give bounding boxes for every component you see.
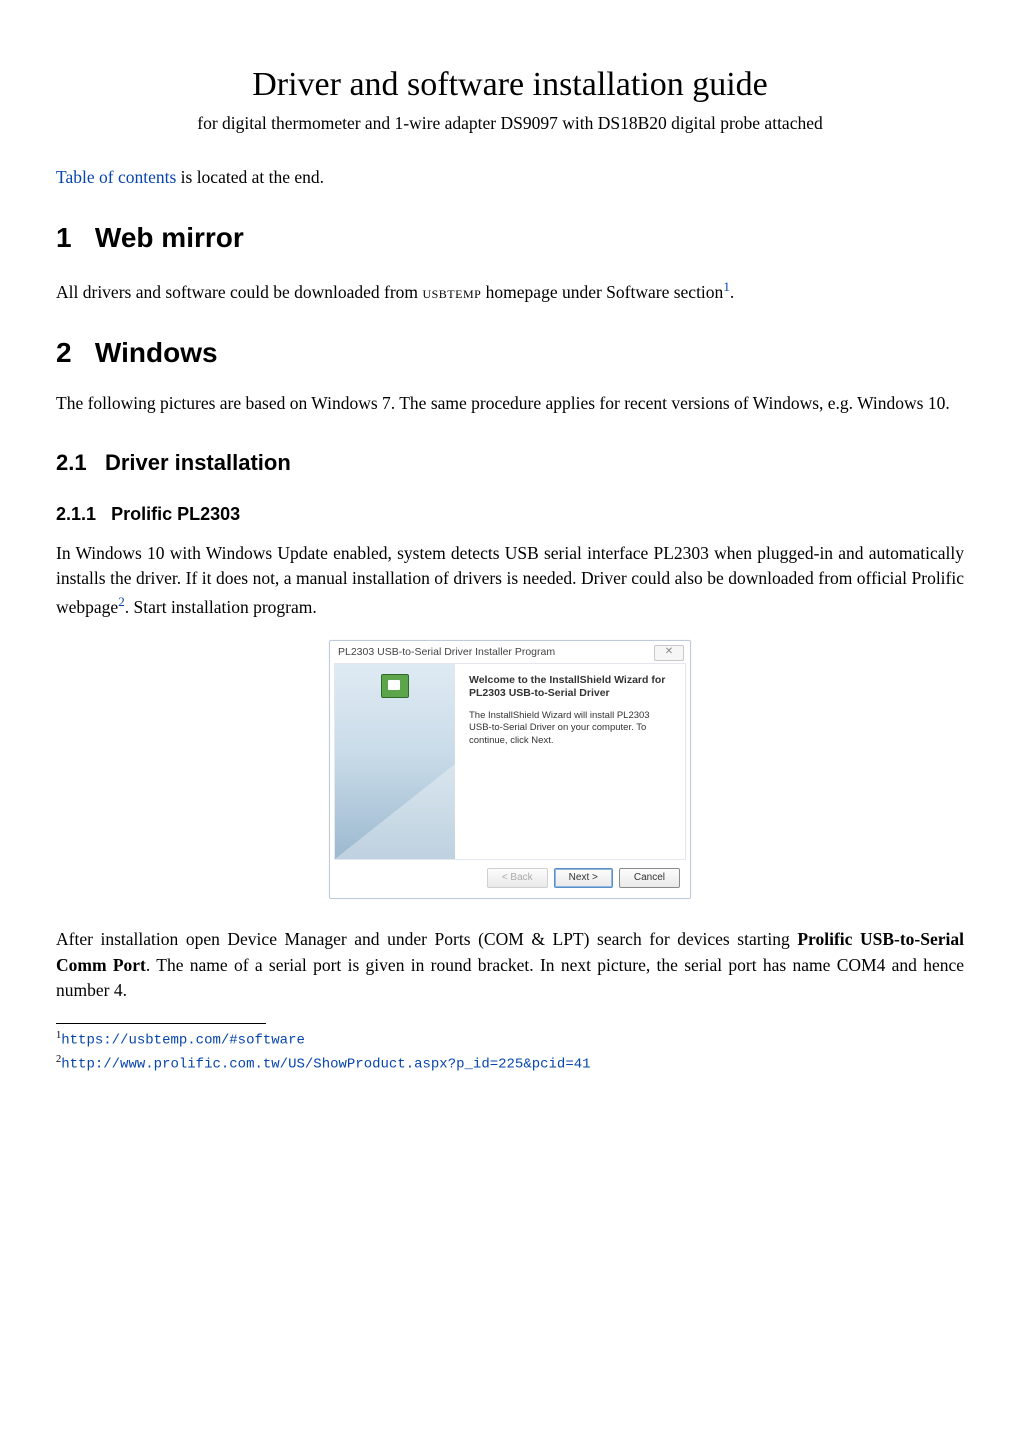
installer-window-title: PL2303 USB-to-Serial Driver Installer Pr… [338, 645, 555, 660]
installer-window: PL2303 USB-to-Serial Driver Installer Pr… [329, 640, 691, 900]
section-title: Web mirror [95, 222, 244, 253]
text: After installation open Device Manager a… [56, 929, 797, 949]
installer-titlebar: PL2303 USB-to-Serial Driver Installer Pr… [330, 641, 690, 663]
installer-content: Welcome to the InstallShield Wizard for … [455, 664, 685, 859]
section-web-mirror: 1 Web mirror [56, 218, 964, 259]
installer-body: Welcome to the InstallShield Wizard for … [334, 663, 686, 860]
footnote-2: 2http://www.prolific.com.tw/US/ShowProdu… [56, 1052, 964, 1076]
installer-description: The InstallShield Wizard will install PL… [469, 710, 673, 747]
page-title: Driver and software installation guide [56, 60, 964, 109]
footnote-rule [56, 1023, 266, 1024]
section-title: Windows [95, 337, 218, 368]
toc-sentence: Table of contents is located at the end. [56, 165, 964, 190]
text: . The name of a serial port is given in … [56, 955, 964, 1000]
text: . Start installation program. [125, 596, 317, 616]
toc-suffix: is located at the end. [176, 167, 324, 187]
next-button[interactable]: Next > [554, 868, 613, 889]
subsection-title: Driver installation [105, 450, 291, 475]
subsection-driver-installation: 2.1 Driver installation [56, 447, 964, 479]
windows-intro-paragraph: The following pictures are based on Wind… [56, 391, 964, 416]
pl2303-paragraph-1: In Windows 10 with Windows Update enable… [56, 541, 964, 620]
footnote-url-1[interactable]: https://usbtemp.com/#software [61, 1033, 305, 1049]
pl2303-paragraph-2: After installation open Device Manager a… [56, 927, 964, 1003]
installer-heading: Welcome to the InstallShield Wizard for … [469, 674, 673, 700]
section-num: 1 [56, 222, 72, 253]
subsubsection-pl2303: 2.1.1 Prolific PL2303 [56, 501, 964, 527]
box-icon [381, 674, 409, 698]
installer-figure: PL2303 USB-to-Serial Driver Installer Pr… [56, 640, 964, 900]
cancel-button[interactable]: Cancel [619, 868, 680, 889]
text: homepage under Software section [481, 281, 723, 301]
installer-side-graphic [335, 664, 455, 859]
section-num: 2 [56, 337, 72, 368]
text: All drivers and software could be downlo… [56, 281, 422, 301]
page-subtitle: for digital thermometer and 1-wire adapt… [56, 111, 964, 136]
subsubsection-title: Prolific PL2303 [111, 504, 240, 524]
section-windows: 2 Windows [56, 333, 964, 374]
installer-button-row: < Back Next > Cancel [330, 860, 690, 899]
footnotes: 1https://usbtemp.com/#software 2http://w… [56, 1028, 964, 1075]
triangle-graphic [335, 764, 455, 859]
footnote-1: 1https://usbtemp.com/#software [56, 1028, 964, 1052]
close-button[interactable]: ✕ [654, 645, 684, 661]
subsection-num: 2.1 [56, 450, 87, 475]
footnote-url-2[interactable]: http://www.prolific.com.tw/US/ShowProduc… [61, 1057, 590, 1073]
back-button: < Back [487, 868, 548, 889]
smallcaps-usbtemp: usbtemp [422, 281, 481, 301]
web-mirror-paragraph: All drivers and software could be downlo… [56, 277, 964, 305]
text: . [730, 281, 734, 301]
toc-link[interactable]: Table of contents [56, 167, 176, 187]
subsubsection-num: 2.1.1 [56, 504, 96, 524]
